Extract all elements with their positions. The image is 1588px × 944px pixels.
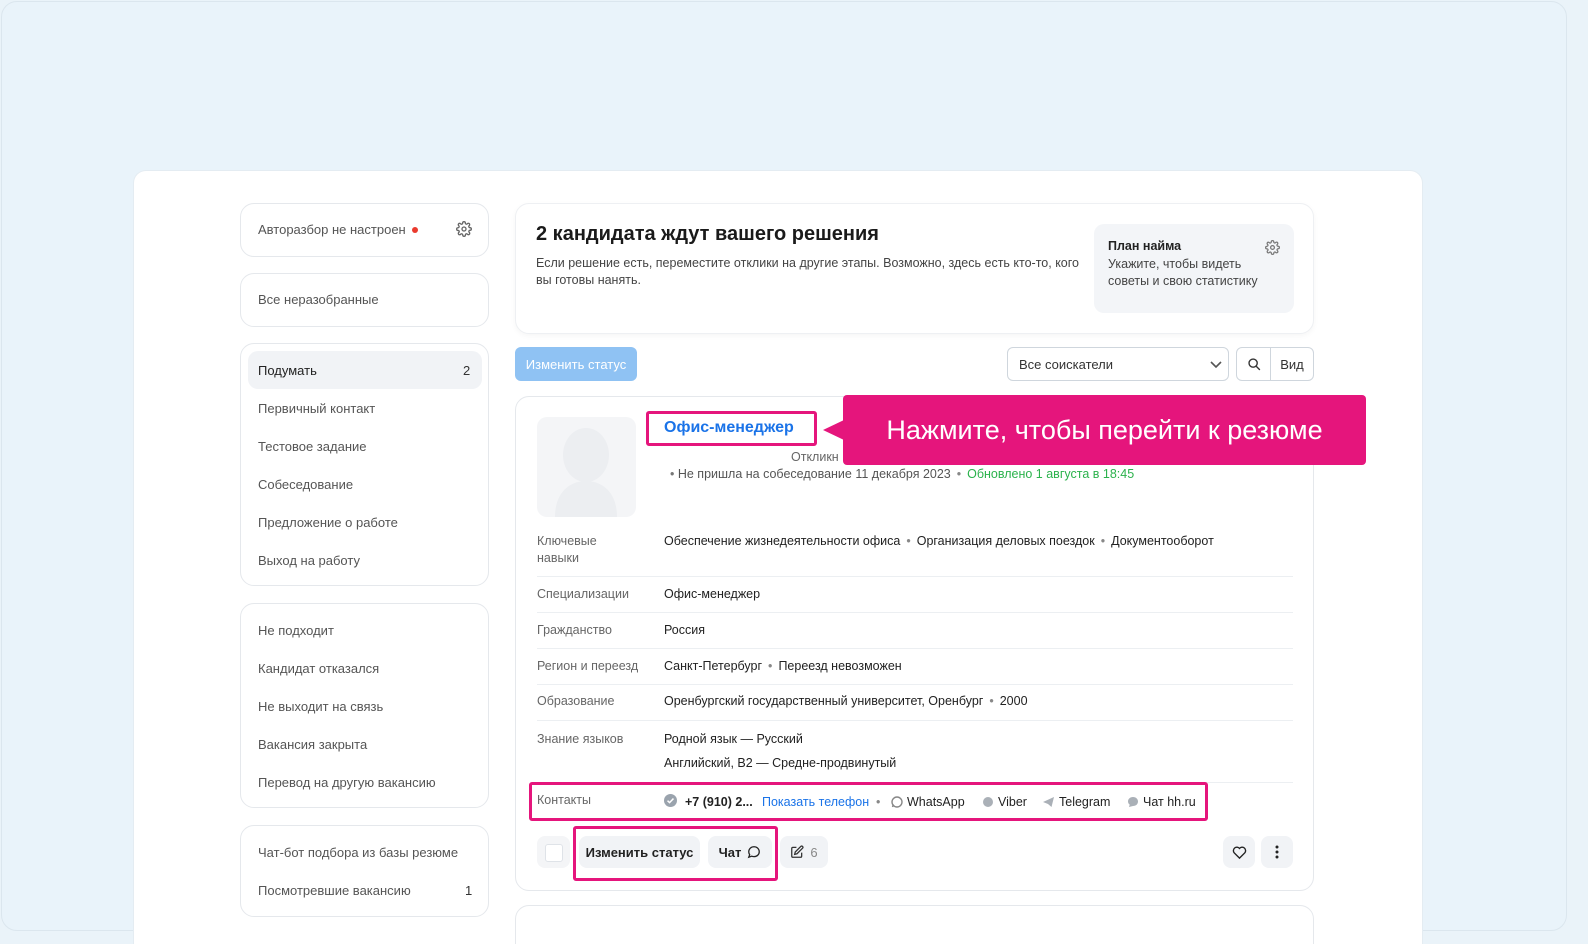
sidebar-item-no-contact[interactable]: Не выходит на связь (258, 699, 383, 714)
candidate-meta-line: • Не пришла на собеседование 11 декабря … (670, 467, 1134, 481)
citizenship-value: Россия (664, 623, 705, 637)
education-value: Оренбургский государственный университет… (664, 694, 1028, 708)
sidebar-item-test-task[interactable]: Тестовое задание (258, 439, 367, 454)
chevron-down-icon (1210, 361, 1222, 369)
sidebar-item-candidate-declined[interactable]: Кандидат отказался (258, 661, 379, 676)
education-label: Образование (537, 694, 615, 708)
select-checkbox[interactable] (537, 836, 570, 868)
sidebar-item-transfer[interactable]: Перевод на другую вакансию (258, 775, 436, 790)
region-separator: • (768, 659, 773, 673)
region-label: Регион и переезд (537, 659, 639, 673)
actions-highlight (573, 826, 778, 881)
education-separator: • (989, 694, 994, 708)
language-english: Английский, B2 — Средне-продвинутый (664, 756, 897, 770)
view-button[interactable]: Вид (1270, 347, 1314, 381)
candidates-filter-value: Все соискатели (1019, 356, 1114, 372)
position-title-highlight (646, 411, 817, 446)
row-divider (537, 648, 1293, 649)
meta-dot: • (670, 467, 678, 481)
favorite-button[interactable] (1223, 836, 1255, 868)
region-value: Санкт-Петербург • Переезд невозможен (664, 659, 902, 673)
sidebar-item-all-unsorted[interactable]: Все неразобранные (258, 292, 379, 307)
sidebar-item-interview[interactable]: Собеседование (258, 477, 353, 492)
citizenship-label: Гражданство (537, 623, 612, 637)
sidebar-item-chatbot[interactable]: Чат-бот подбора из базы резюме (258, 845, 458, 860)
meta-separator: • (956, 467, 962, 481)
specialization-label: Специализации (537, 587, 629, 601)
skill-tag: Организация деловых поездок (916, 534, 1095, 548)
languages-label: Знание языков (537, 732, 624, 746)
sidebar-item-job-offer[interactable]: Предложение о работе (258, 515, 398, 530)
extra-card (240, 825, 489, 917)
education-year: 2000 (999, 694, 1028, 708)
page-title: 2 кандидата ждут вашего решения (536, 223, 879, 245)
hint-tooltip: Нажмите, чтобы перейти к резюме (843, 395, 1366, 465)
search-button[interactable] (1236, 347, 1271, 381)
sidebar-item-first-contact[interactable]: Первичный контакт (258, 401, 375, 416)
responded-partial-text: Откликн (791, 450, 839, 464)
meta-interview-status: Не пришла на собеседование 11 декабря 20… (677, 467, 951, 481)
avatar-silhouette-icon (555, 428, 617, 517)
tooltip-arrow (823, 420, 844, 440)
candidates-filter-select[interactable]: Все соискатели (1007, 347, 1229, 381)
skill-tag: Обеспечение жизнедеятельности офиса (664, 534, 901, 548)
row-divider (537, 720, 1293, 721)
autosort-warning-dot (412, 227, 418, 233)
change-status-button[interactable]: Изменить статус (515, 347, 637, 381)
autosort-label: Авторазбор не настроен (258, 222, 406, 237)
region-city: Санкт-Петербург (664, 659, 763, 673)
sidebar-item-viewed-count: 1 (465, 883, 473, 898)
heart-icon (1232, 846, 1246, 859)
sidebar-item-vacancy-closed[interactable]: Вакансия закрыта (258, 737, 367, 752)
skills-value: Обеспечение жизнедеятельности офиса • Орга… (664, 534, 1214, 548)
more-vertical-icon (1275, 845, 1279, 859)
specialization-value: Офис-менеджер (664, 587, 761, 601)
edit-icon (791, 845, 804, 858)
notes-count: 6 (810, 844, 818, 860)
notes-button[interactable]: 6 (780, 836, 828, 868)
row-divider (537, 576, 1293, 577)
meta-updated: Обновлено 1 августа в 18:45 (967, 467, 1135, 481)
language-native: Родной язык — Русский (664, 732, 803, 746)
row-divider (537, 612, 1293, 613)
sidebar-item-start-work[interactable]: Выход на работу (258, 553, 360, 568)
contacts-highlight (529, 782, 1208, 821)
hiring-plan-text: Укажите, чтобы видеть советы и свою стат… (1108, 257, 1258, 288)
candidate-avatar (537, 417, 636, 517)
more-button[interactable] (1261, 836, 1293, 868)
search-icon (1247, 358, 1260, 371)
sidebar-item-not-suitable[interactable]: Не подходит (258, 623, 334, 638)
hiring-plan-title: План найма (1108, 239, 1182, 253)
education-university: Оренбургский государственный университет… (664, 694, 984, 708)
next-candidate-card (515, 905, 1314, 944)
plan-gear-icon[interactable] (1265, 240, 1280, 255)
skill-separator: • (906, 534, 911, 548)
skill-tag: Документооборот (1111, 534, 1214, 548)
page-subtitle: Если решение есть, переместите отклики н… (536, 256, 1079, 287)
row-divider (537, 684, 1293, 685)
skills-label: Ключевые навыки (537, 534, 597, 565)
sidebar-item-viewed-vacancy[interactable]: Посмотревшие вакансию (258, 883, 411, 898)
sidebar-item-think[interactable]: Подумать (258, 363, 317, 378)
sidebar-item-think-count: 2 (463, 363, 471, 378)
relocation-status: Переезд невозможен (778, 659, 902, 673)
skill-separator: • (1100, 534, 1106, 548)
gear-icon[interactable] (456, 221, 472, 237)
